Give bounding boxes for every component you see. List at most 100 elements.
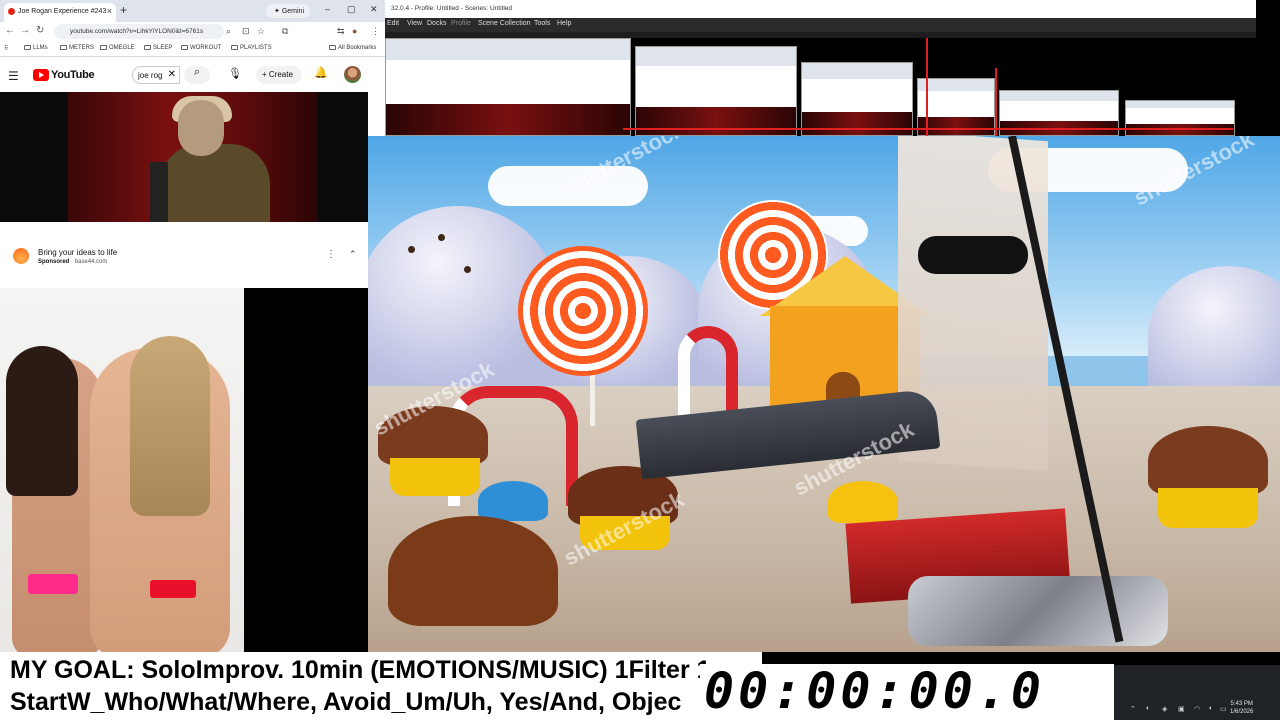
chocolate-chip xyxy=(464,266,471,273)
obs-title-bar: 32.0.4 - Profile: Untitled - Scenes: Unt… xyxy=(385,0,1256,18)
create-button[interactable]: + Create xyxy=(256,66,302,84)
voice-search-icon[interactable]: 🎙 xyxy=(228,67,242,80)
chocolate-chip xyxy=(438,234,445,241)
chocolate-blob xyxy=(388,516,558,626)
system-clock[interactable]: 5:43 PM 1/6/2026 xyxy=(1230,700,1253,716)
youtube-logo-text[interactable]: YouTube xyxy=(51,69,95,81)
youtube-header: ☰ YouTube joe rog ✕ ⌕ 🎙 + Create 🔔 xyxy=(0,58,385,92)
tray-app-icon[interactable]: ◈ xyxy=(1162,705,1167,713)
bookmark-playlists[interactable]: PLAYLISTS xyxy=(231,45,272,51)
host-head xyxy=(178,100,224,156)
close-tab-icon[interactable]: × xyxy=(107,6,112,16)
zoom-icon[interactable]: ⌕ xyxy=(226,26,231,37)
forward-icon[interactable]: → xyxy=(20,25,30,36)
tray-app-icon[interactable]: ◐ xyxy=(1146,705,1150,712)
bookmark-sleep[interactable]: SLEEP xyxy=(144,45,172,51)
ad-title[interactable]: Bring your ideas to life xyxy=(38,248,117,257)
clear-search-icon[interactable]: ✕ xyxy=(168,69,176,80)
nested-capture-6 xyxy=(1125,100,1235,136)
battery-icon[interactable]: ▭ xyxy=(1220,705,1227,713)
back-icon[interactable]: ← xyxy=(5,25,15,36)
menu-dots-icon[interactable]: ⋮ xyxy=(371,26,380,37)
sponsored-card[interactable]: Bring your ideas to life Sponsored · bas… xyxy=(0,222,368,288)
cupcake-top xyxy=(1148,426,1268,496)
all-bookmarks[interactable]: All Bookmarks xyxy=(329,45,376,51)
wifi-icon[interactable]: ◠ xyxy=(1194,705,1200,713)
apps-grid-icon[interactable]: ⠿ xyxy=(4,45,8,52)
goal-line-2: StartW_Who/What/Where, Avoid_Um/Uh, Yes/… xyxy=(10,688,682,716)
black-divider xyxy=(244,288,368,652)
tray-chevron-icon[interactable]: ⌃ xyxy=(1130,705,1136,713)
tab-bar: Joe Rogan Experience #243 × + ✦ Gemini –… xyxy=(0,0,385,22)
goal-line-1: MY GOAL: SoloImprov. 10min (EMOTIONS/MUS… xyxy=(10,656,711,684)
recursion-red-line xyxy=(995,68,997,136)
sponsored-label: Sponsored xyxy=(38,259,70,265)
more-options-icon[interactable]: ⋮ xyxy=(326,249,336,260)
minimize-icon[interactable]: – xyxy=(325,4,330,14)
microphone xyxy=(918,236,1028,274)
reload-icon[interactable]: ↻ xyxy=(36,25,44,36)
stopwatch-timer: 00:00:00.0 xyxy=(704,662,1046,720)
recursion-red-line xyxy=(623,128,1233,130)
bookmark-meters[interactable]: METERS xyxy=(60,45,94,51)
candy-scene: shutterstock shutterstock shutterstock s… xyxy=(368,136,1280,653)
profile-icon[interactable]: ● xyxy=(352,26,357,36)
volume-icon[interactable]: ◖ xyxy=(1208,705,1212,712)
blue-candy xyxy=(478,481,548,521)
tab-title: Joe Rogan Experience #243 xyxy=(18,8,107,15)
bookmark-workout[interactable]: WORKOUT xyxy=(181,45,221,51)
avatar[interactable] xyxy=(344,66,361,83)
hamburger-menu-icon[interactable]: ☰ xyxy=(8,69,19,83)
notifications-bell-icon[interactable]: 🔔 xyxy=(314,66,328,79)
search-value: joe rog xyxy=(138,71,163,80)
collapse-chevron-icon[interactable]: ⌃ xyxy=(349,249,357,260)
nested-capture-3 xyxy=(801,62,913,136)
bookmark-omegle[interactable]: OMEGLE xyxy=(100,45,135,51)
ad-domain: base44.com xyxy=(74,259,108,265)
menu-edit[interactable]: Edit xyxy=(387,20,399,27)
tab-youtube[interactable]: Joe Rogan Experience #243 × xyxy=(4,3,116,22)
photo-panel xyxy=(0,288,244,652)
create-label: Create xyxy=(268,70,293,79)
lollipop xyxy=(518,246,648,376)
bookmark-star-icon[interactable]: ☆ xyxy=(257,26,265,37)
menu-docks[interactable]: Docks xyxy=(427,20,446,27)
address-bar[interactable]: youtube.com/watch?v=LihkYiYLON0&t=6761s xyxy=(54,24,224,39)
cupcake-base xyxy=(390,458,480,496)
mic-arm xyxy=(150,162,168,222)
gemini-tab-label: Gemini xyxy=(281,8,305,15)
recursion-red-line xyxy=(926,38,928,136)
search-icon: ⌕ xyxy=(193,66,201,78)
cast-icon[interactable]: ⇆ xyxy=(337,26,345,37)
youtube-logo-icon[interactable] xyxy=(33,69,49,81)
close-window-icon[interactable]: ✕ xyxy=(370,4,378,15)
cupcake-base xyxy=(1158,488,1258,528)
nested-capture-2 xyxy=(635,46,797,136)
gemini-star-icon: ✦ xyxy=(274,8,280,15)
install-icon[interactable]: ⊡ xyxy=(242,26,250,37)
extensions-icon[interactable]: ⧉ xyxy=(282,26,288,37)
red-swimsuit xyxy=(150,580,196,598)
menu-tools[interactable]: Tools xyxy=(534,20,550,27)
ad-meta: Sponsored · base44.com xyxy=(38,259,108,265)
menu-profile[interactable]: Profile xyxy=(451,20,471,27)
menu-scene-collection[interactable]: Scene Collection xyxy=(478,20,531,27)
maximize-icon[interactable]: ▢ xyxy=(347,4,356,15)
toolbar: ← → ↻ youtube.com/watch?v=LihkYiYLON0&t=… xyxy=(0,22,385,42)
youtube-favicon-icon xyxy=(8,8,15,15)
search-button[interactable]: ⌕ xyxy=(184,66,210,84)
menu-view[interactable]: View xyxy=(407,20,422,27)
person-left-hair xyxy=(6,346,78,496)
menu-help[interactable]: Help xyxy=(557,20,571,27)
bookmarks-bar: ⠿ LLMs METERS OMEGLE SLEEP WORKOUT PLAYL… xyxy=(0,42,385,57)
obs-right-edge xyxy=(1256,0,1280,136)
chocolate-chip xyxy=(408,246,415,253)
tray-app-icon[interactable]: ▣ xyxy=(1178,705,1185,713)
bookmark-llms[interactable]: LLMs xyxy=(24,45,48,51)
yellow-candy xyxy=(828,481,898,523)
video-player[interactable] xyxy=(0,92,368,222)
search-input[interactable]: joe rog ✕ xyxy=(132,66,180,84)
obs-menu-bar: Edit View Docks Profile Scene Collection… xyxy=(385,18,1256,32)
tab-gemini[interactable]: ✦ Gemini xyxy=(266,4,310,18)
new-tab-icon[interactable]: + xyxy=(120,3,127,17)
